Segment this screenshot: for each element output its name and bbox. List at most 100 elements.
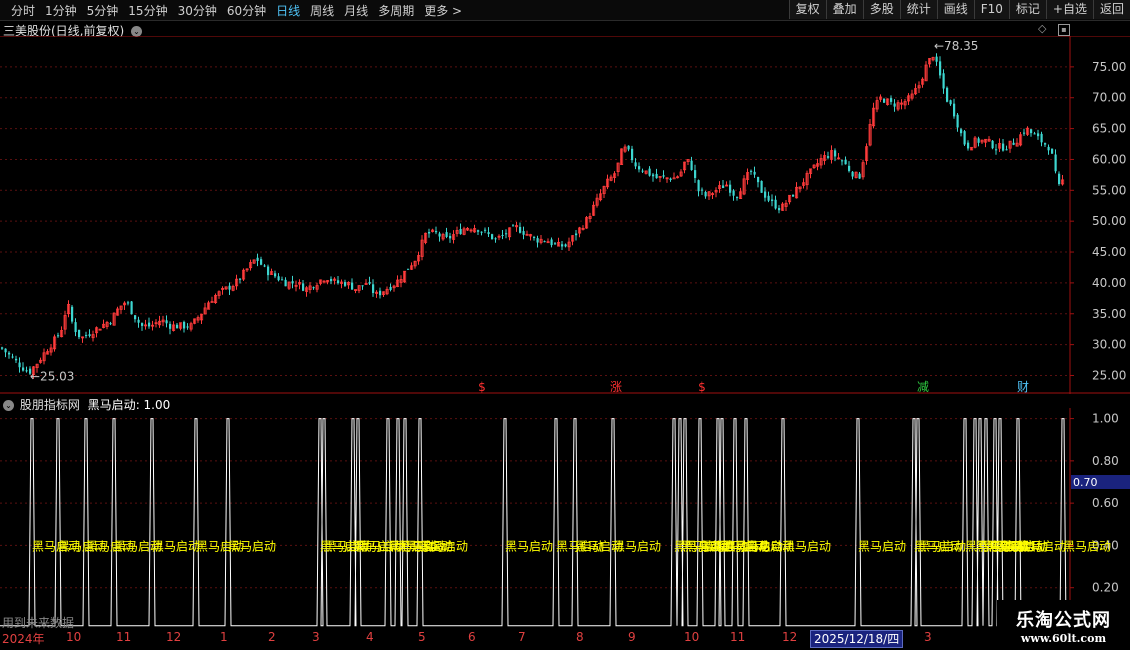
candle-body (281, 279, 284, 281)
candle-body (722, 185, 725, 188)
candle-body (750, 170, 753, 172)
toolbar-button-6[interactable]: 标记 (1008, 0, 1046, 19)
month-label: 10 (66, 630, 82, 644)
candle-body (858, 173, 861, 179)
candle-body (519, 226, 522, 233)
candle-body (291, 281, 294, 284)
candle-body (669, 178, 672, 181)
candle-body (1037, 133, 1040, 137)
toolbar-button-1[interactable]: 叠加 (825, 0, 863, 19)
signal-label: 黑马启动 (1063, 539, 1111, 553)
toolbar-button-3[interactable]: 统计 (899, 0, 937, 19)
candle-body (449, 235, 452, 239)
candle-body (169, 323, 172, 329)
window-toggle-icon[interactable]: ▪ (1058, 24, 1070, 36)
candle-body (88, 334, 91, 336)
candle-body (834, 150, 837, 157)
price-tick-label: 50.00 (1092, 214, 1126, 228)
candle-body (130, 301, 133, 315)
candle-body (550, 239, 553, 246)
candle-body (459, 228, 462, 235)
candle-body (127, 302, 130, 304)
candle-body (771, 199, 774, 201)
toolbar-button-8[interactable]: 返回 (1092, 0, 1130, 19)
signal-label: 黑马启动 (228, 539, 276, 553)
indicator-chart[interactable]: 1.000.800.600.400.200.70黑马启动黑马启动黑马启动黑马启动… (0, 408, 1130, 630)
candle-body (487, 232, 490, 235)
candle-body (672, 177, 676, 180)
candle-body (312, 287, 315, 289)
candle-body (1051, 148, 1054, 154)
candle-body (641, 170, 644, 172)
signal-label: 黑马启动 (613, 539, 661, 553)
candle-body (946, 87, 949, 102)
toolbar-button-2[interactable]: 多股 (862, 0, 900, 19)
month-label: 3 (312, 630, 320, 644)
candle-body (991, 140, 994, 149)
toolbar-button-0[interactable]: 复权 (788, 0, 826, 19)
candle-body (662, 175, 665, 177)
candle-body (267, 266, 270, 276)
month-label: 12 (782, 630, 798, 644)
diamond-icon[interactable]: ◇ (1038, 22, 1046, 35)
month-label: 1 (220, 630, 228, 644)
month-label: 12 (166, 630, 182, 644)
period-tab-4[interactable]: 30分钟 (173, 2, 222, 19)
future-data-notice: 用到未来数据 (2, 616, 75, 630)
candle-body (74, 322, 77, 333)
candle-body (697, 180, 700, 192)
candle-body (690, 160, 693, 171)
candle-body (851, 171, 854, 177)
indicator-tick-label: 0.20 (1092, 581, 1119, 595)
candle-body (764, 191, 767, 198)
candle-body (484, 229, 487, 231)
period-tab-9[interactable]: 多周期 (373, 2, 419, 19)
candle-body (1002, 143, 1005, 151)
price-chart[interactable]: 75.00 70.00 65.00 60.00 55.00 50.00 45.00 40.00… (0, 36, 1130, 394)
period-tab-8[interactable]: 月线 (339, 2, 373, 19)
candle-body (561, 244, 564, 247)
site-watermark: 乐淘公式网 www.60lt.com (997, 600, 1130, 650)
current-value-label: 0.70 (1073, 476, 1098, 489)
period-tab-10[interactable]: 更多 > (419, 2, 467, 19)
candle-body (848, 165, 851, 172)
candle-body (71, 306, 74, 322)
candle-body (1044, 143, 1047, 145)
price-tick-label: 65.00 (1092, 122, 1126, 136)
candle-body (361, 285, 364, 287)
candle-body (543, 241, 546, 243)
period-tab-3[interactable]: 15分钟 (123, 2, 172, 19)
candle-body (141, 323, 144, 326)
candle-body (351, 282, 354, 290)
signal-label: 黑马启动 (152, 539, 200, 553)
period-tab-1[interactable]: 1分钟 (40, 2, 82, 19)
candle-body (1033, 133, 1036, 135)
candle-body (85, 335, 88, 337)
period-tab-7[interactable]: 周线 (305, 2, 339, 19)
toolbar-button-4[interactable]: 画线 (936, 0, 974, 19)
toolbar-button-5[interactable]: F10 (973, 0, 1009, 19)
toolbar-button-7[interactable]: +自选 (1045, 0, 1093, 19)
high-price-label: ←78.35 (934, 39, 978, 53)
price-tick-label: 70.00 (1092, 91, 1126, 105)
period-tab-0[interactable]: 分时 (6, 2, 40, 19)
candle-body (1005, 149, 1008, 151)
period-tab-2[interactable]: 5分钟 (82, 2, 124, 19)
candle-body (491, 234, 494, 240)
candle-body (627, 145, 630, 150)
candle-body (210, 301, 214, 303)
period-tab-5[interactable]: 60分钟 (222, 2, 271, 19)
price-tick-label: 30.00 (1092, 338, 1126, 352)
candle-body (8, 352, 11, 355)
month-label: 10 (684, 630, 700, 644)
period-tab-6[interactable]: 日线 (271, 2, 305, 19)
candle-body (729, 184, 732, 193)
month-label: 2 (268, 630, 276, 644)
candle-body (736, 197, 739, 199)
signal-line (0, 418, 1070, 627)
candle-body (22, 367, 25, 371)
candle-body (960, 129, 963, 134)
candle-body (634, 162, 637, 167)
candle-body (389, 286, 392, 290)
candle-body (337, 280, 340, 284)
